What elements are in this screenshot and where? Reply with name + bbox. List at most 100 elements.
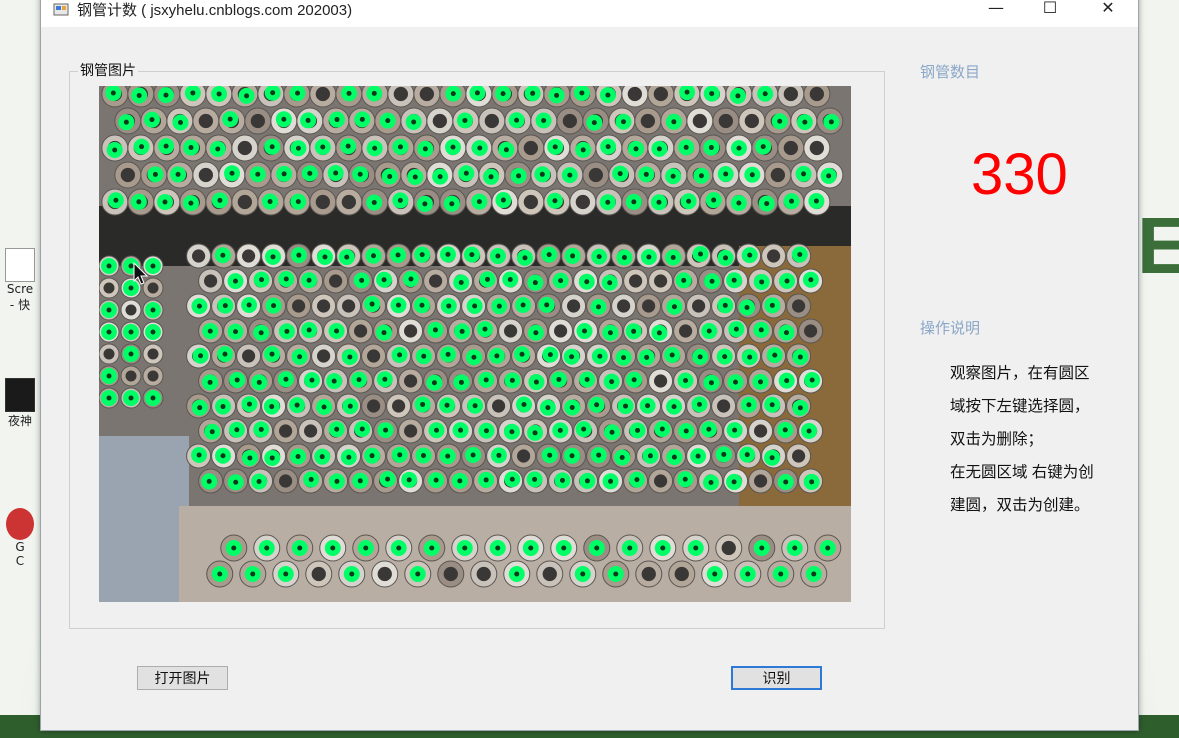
detection-marker-center [646,254,652,260]
help-line: 双击为删除； [950,431,1044,448]
detection-marker-center [584,279,590,285]
open-image-button[interactable]: 打开图片 [137,666,228,690]
detection-marker-center [270,254,276,260]
detection-marker-center [381,277,387,283]
pipe-photo[interactable] [99,86,851,602]
detection-marker-center [483,428,489,434]
detection-marker-center [234,377,240,383]
maximize-button[interactable]: ☐ [1027,0,1073,25]
detection-marker-center [797,405,803,411]
detection-marker-center [656,330,662,336]
detection-marker-center [544,302,550,308]
window-title: 钢管计数 ( jsxyhelu.cnblogs.com 202003) [77,2,353,19]
detection-marker-center [607,280,613,286]
shortcut-label: 夜神 [7,414,32,428]
detection-marker-center [397,352,403,358]
detection-marker-center [334,117,340,123]
detection-marker-center [721,451,727,457]
detection-marker-center [472,403,478,409]
detection-marker-center [784,278,790,284]
detection-marker-center [346,90,352,96]
detection-marker-center [196,452,202,458]
detection-marker-center [783,479,789,485]
pipe-hole [721,540,736,556]
desktop-shortcut-chrome[interactable]: G C [0,508,40,578]
desktop-shortcut-screen[interactable]: Scre - 快 [0,248,40,318]
detection-marker-center [246,401,252,407]
detection-marker-center [469,252,475,258]
detection-marker-center [801,171,807,177]
recognize-button[interactable]: 识别 [731,666,822,690]
detection-marker-center [449,201,455,207]
detection-marker-center [828,119,834,125]
detection-marker-center [594,402,600,408]
detection-marker-center [387,173,393,179]
detection-marker-center [445,453,451,459]
detection-marker-center [247,455,253,461]
detection-marker-center [784,378,790,384]
detection-marker-center [643,171,649,177]
detection-marker-center [163,143,169,149]
detection-marker-center [128,395,134,401]
detection-marker-center [746,402,752,408]
detection-marker-center [631,328,637,334]
detection-marker-center [331,378,337,384]
pipe-hole [237,140,253,156]
photo-group-label: 钢管图片 [78,60,138,80]
detection-marker-center [708,145,714,151]
pipe-hole [242,349,256,363]
detection-marker-center [530,90,536,96]
detection-marker-center [229,170,235,176]
pipe-hole [147,370,159,382]
detection-marker-center [295,90,301,96]
mouse-cursor-icon [133,262,149,285]
detection-marker-center [271,303,277,309]
detection-marker-center [744,304,750,310]
pipe-hole [311,566,326,582]
detection-marker-center [797,354,803,360]
detection-marker-center [532,280,538,286]
detection-marker-center [594,545,600,551]
detection-marker-center [458,379,464,385]
detection-marker-center [670,254,676,260]
pipe-hole [809,86,825,102]
detection-marker-center [789,198,795,204]
pipe-photo-canvas[interactable] [99,86,851,602]
detection-marker-center [722,354,728,360]
detection-marker-center [608,478,614,484]
detection-marker-center [163,92,169,98]
detection-marker-center [706,328,712,334]
detection-marker-center [596,304,602,310]
detection-marker-center [769,402,775,408]
detection-marker-center [359,426,365,432]
detection-marker-center [698,251,704,257]
app-window: 钢管计数 ( jsxyhelu.cnblogs.com 202003) — ☐ … [40,0,1139,731]
detection-marker-center [522,255,528,261]
desktop-shortcut-nox[interactable]: 夜神 [0,378,40,448]
detection-marker-center [283,571,289,577]
detection-marker-center [198,353,204,359]
detection-marker-center [627,545,633,551]
detection-marker-center [722,302,728,308]
detection-marker-center [188,200,194,206]
detection-marker-center [264,545,270,551]
detection-marker-center [503,147,509,153]
detection-marker-center [308,476,314,482]
pipe-hole [640,113,656,129]
minimize-button[interactable]: — [973,0,1019,25]
detection-marker-center [494,353,500,359]
close-button[interactable]: ✕ [1085,0,1131,25]
detection-marker-center [136,199,142,205]
pipe-hole [250,113,266,129]
pipe-hole [754,424,768,438]
detection-marker-center [671,304,677,310]
detection-marker-center [106,373,112,379]
detection-marker-center [671,119,677,125]
title-bar[interactable]: 钢管计数 ( jsxyhelu.cnblogs.com 202003) — ☐ … [41,0,1138,27]
pipe-hole [767,249,781,263]
detection-marker-center [334,328,340,334]
detection-marker-center [333,170,339,176]
detection-marker-center [128,285,134,291]
pipe-hole [342,299,356,313]
detection-marker-center [256,379,262,385]
